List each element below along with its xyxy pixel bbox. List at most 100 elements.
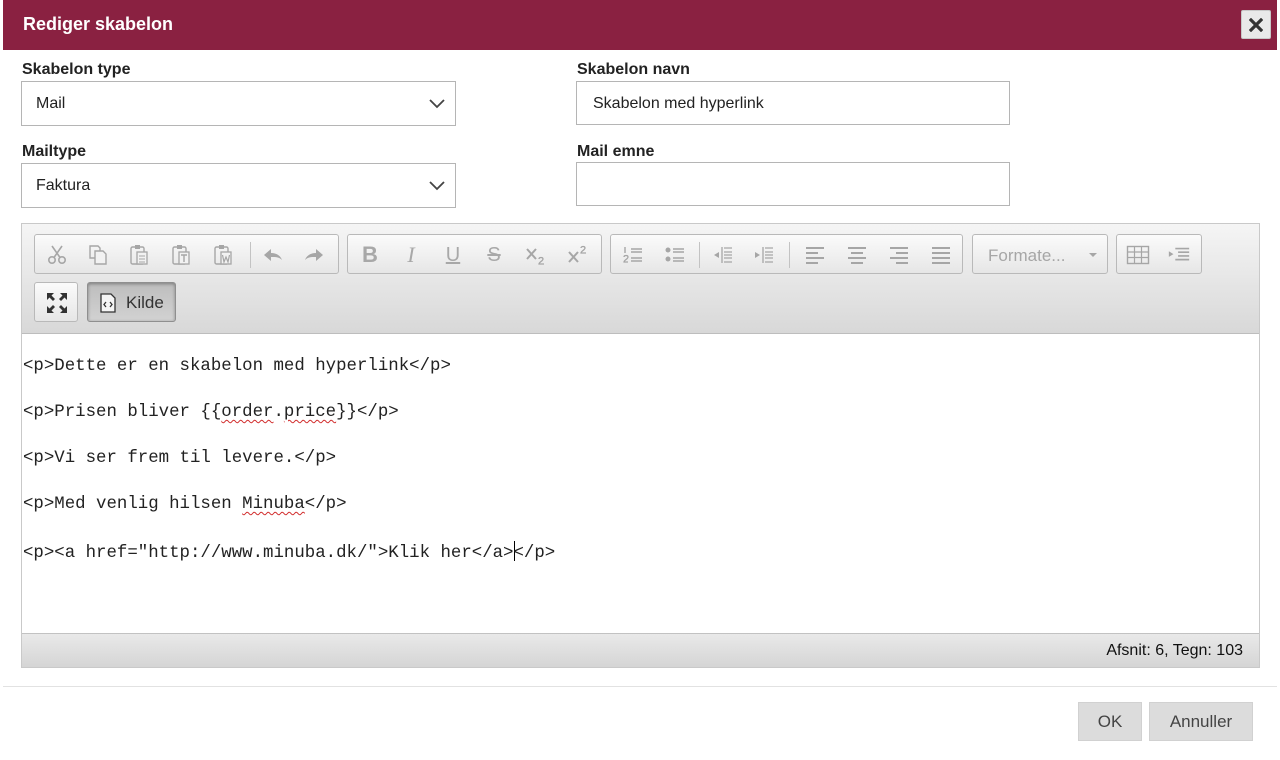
- spellcheck-word: Minuba: [242, 495, 305, 514]
- rich-text-editor: B I U S Formate... Kilde <p>Dette er en …: [21, 223, 1260, 668]
- mail-subject-input[interactable]: [576, 162, 1010, 206]
- close-button[interactable]: [1241, 10, 1271, 39]
- paste-icon: [130, 245, 148, 265]
- format-dropdown[interactable]: Formate...: [972, 234, 1108, 274]
- template-name-label: Skabelon navn: [577, 61, 690, 78]
- align-right-icon: [890, 247, 908, 264]
- redo-button[interactable]: [302, 243, 326, 267]
- paste-word-button[interactable]: [211, 243, 235, 267]
- undo-icon: [264, 249, 282, 261]
- maximize-button[interactable]: [34, 282, 78, 322]
- spellcheck-word: order: [221, 403, 274, 422]
- table-button[interactable]: [1126, 243, 1150, 267]
- strike-button[interactable]: S: [482, 243, 506, 267]
- source-line-prefix: <p><a href="http://www.minuba.dk/">Klik …: [23, 544, 514, 563]
- source-button[interactable]: Kilde: [87, 282, 176, 322]
- toolbar-separator: [699, 242, 700, 268]
- paste-button[interactable]: [127, 243, 151, 267]
- source-line-prefix: <p>Med venlig hilsen: [23, 495, 243, 514]
- template-type-value: Mail: [36, 95, 66, 112]
- close-icon: [1249, 17, 1263, 32]
- cut-icon: [47, 245, 67, 265]
- dropdown-arrow-icon: [1089, 253, 1097, 257]
- blockquote-button[interactable]: [1167, 243, 1191, 267]
- align-left-icon: [806, 247, 824, 264]
- chevron-down-icon: [429, 181, 445, 191]
- source-icon: [100, 293, 116, 313]
- maximize-icon: [47, 293, 67, 313]
- source-line-suffix: }}</p>: [336, 403, 399, 422]
- indent-icon: [755, 247, 773, 263]
- bulleted-list-button[interactable]: [663, 243, 687, 267]
- outdent-button[interactable]: [711, 243, 735, 267]
- justify-icon: [932, 247, 950, 264]
- align-right-button[interactable]: [887, 243, 911, 267]
- clipboard-toolgroup: [34, 234, 339, 274]
- source-button-label: Kilde: [126, 293, 164, 312]
- word-count-status: Afsnit: 6, Tegn: 103: [1106, 642, 1243, 659]
- template-name-value: Skabelon med hyperlink: [593, 95, 764, 112]
- numbered-list-button[interactable]: [621, 243, 645, 267]
- template-type-label: Skabelon type: [22, 61, 131, 78]
- format-dropdown-label: Formate...: [988, 246, 1066, 265]
- footer-divider: [3, 686, 1277, 687]
- bulleted-list-icon: [665, 247, 684, 262]
- underline-button[interactable]: U: [441, 243, 465, 267]
- italic-button[interactable]: I: [399, 242, 423, 267]
- template-name-input[interactable]: Skabelon med hyperlink: [576, 81, 1010, 125]
- superscript-icon: [568, 245, 586, 263]
- align-center-icon: [848, 247, 866, 264]
- cut-button[interactable]: [45, 243, 69, 267]
- source-line-suffix: </p>: [304, 495, 347, 514]
- subscript-button[interactable]: [524, 243, 548, 267]
- source-line-suffix: </p>: [513, 544, 556, 563]
- template-type-select[interactable]: Mail: [21, 81, 456, 126]
- align-center-button[interactable]: [845, 243, 869, 267]
- bold-button[interactable]: B: [358, 242, 382, 267]
- dialog-titlebar: Rediger skabelon: [3, 0, 1277, 50]
- bold-icon: B: [362, 242, 378, 267]
- redo-icon: [305, 249, 323, 261]
- source-line: <p>Med venlig hilsen Minuba</p>: [23, 495, 347, 514]
- align-left-button[interactable]: [803, 243, 827, 267]
- source-line: <p>Dette er en skabelon med hyperlink</p…: [23, 357, 451, 376]
- editor-toolbar: B I U S Formate... Kilde: [22, 224, 1259, 334]
- superscript-button[interactable]: [566, 243, 590, 267]
- source-line: <p>Prisen bliver {{order.price}}</p>: [23, 403, 399, 422]
- mail-type-label: Mailtype: [22, 143, 87, 160]
- indent-button[interactable]: [752, 243, 776, 267]
- source-textarea[interactable]: <p>Dette er en skabelon med hyperlink</p…: [22, 334, 1259, 634]
- subscript-icon: [526, 248, 544, 265]
- underline-icon: U: [445, 243, 461, 266]
- outdent-icon: [714, 247, 732, 263]
- chevron-down-icon: [429, 99, 445, 109]
- toolbar-separator: [250, 242, 251, 268]
- basic-styles-toolgroup: B I U S: [347, 234, 602, 274]
- paste-text-icon: [172, 245, 190, 265]
- strike-icon: S: [487, 243, 501, 266]
- paste-text-button[interactable]: [169, 243, 193, 267]
- mail-type-value: Faktura: [36, 177, 91, 194]
- source-line: <p>Vi ser frem til levere.</p>: [23, 449, 337, 468]
- copy-button[interactable]: [86, 243, 110, 267]
- paste-word-icon: [214, 245, 232, 265]
- copy-icon: [89, 245, 107, 265]
- ok-button[interactable]: OK: [1078, 702, 1142, 741]
- toolbar-separator: [789, 242, 790, 268]
- paragraph-toolgroup: [610, 234, 963, 274]
- source-line-prefix: <p>Prisen bliver {{: [23, 403, 222, 422]
- source-line-dot: .: [273, 403, 284, 422]
- dialog-title: Rediger skabelon: [23, 14, 174, 34]
- spellcheck-word: price: [283, 403, 337, 422]
- italic-icon: I: [407, 242, 415, 267]
- mail-type-select[interactable]: Faktura: [21, 163, 456, 208]
- source-line: <p><a href="http://www.minuba.dk/">Klik …: [23, 541, 555, 563]
- editor-statusbar: Afsnit: 6, Tegn: 103: [22, 633, 1259, 667]
- numbered-list-icon: [623, 247, 642, 263]
- cancel-button[interactable]: Annuller: [1149, 702, 1253, 741]
- undo-button[interactable]: [261, 243, 285, 267]
- blockquote-icon: [1168, 247, 1190, 261]
- insert-toolgroup: [1116, 234, 1202, 274]
- mail-subject-label: Mail emne: [577, 143, 655, 160]
- justify-button[interactable]: [929, 243, 953, 267]
